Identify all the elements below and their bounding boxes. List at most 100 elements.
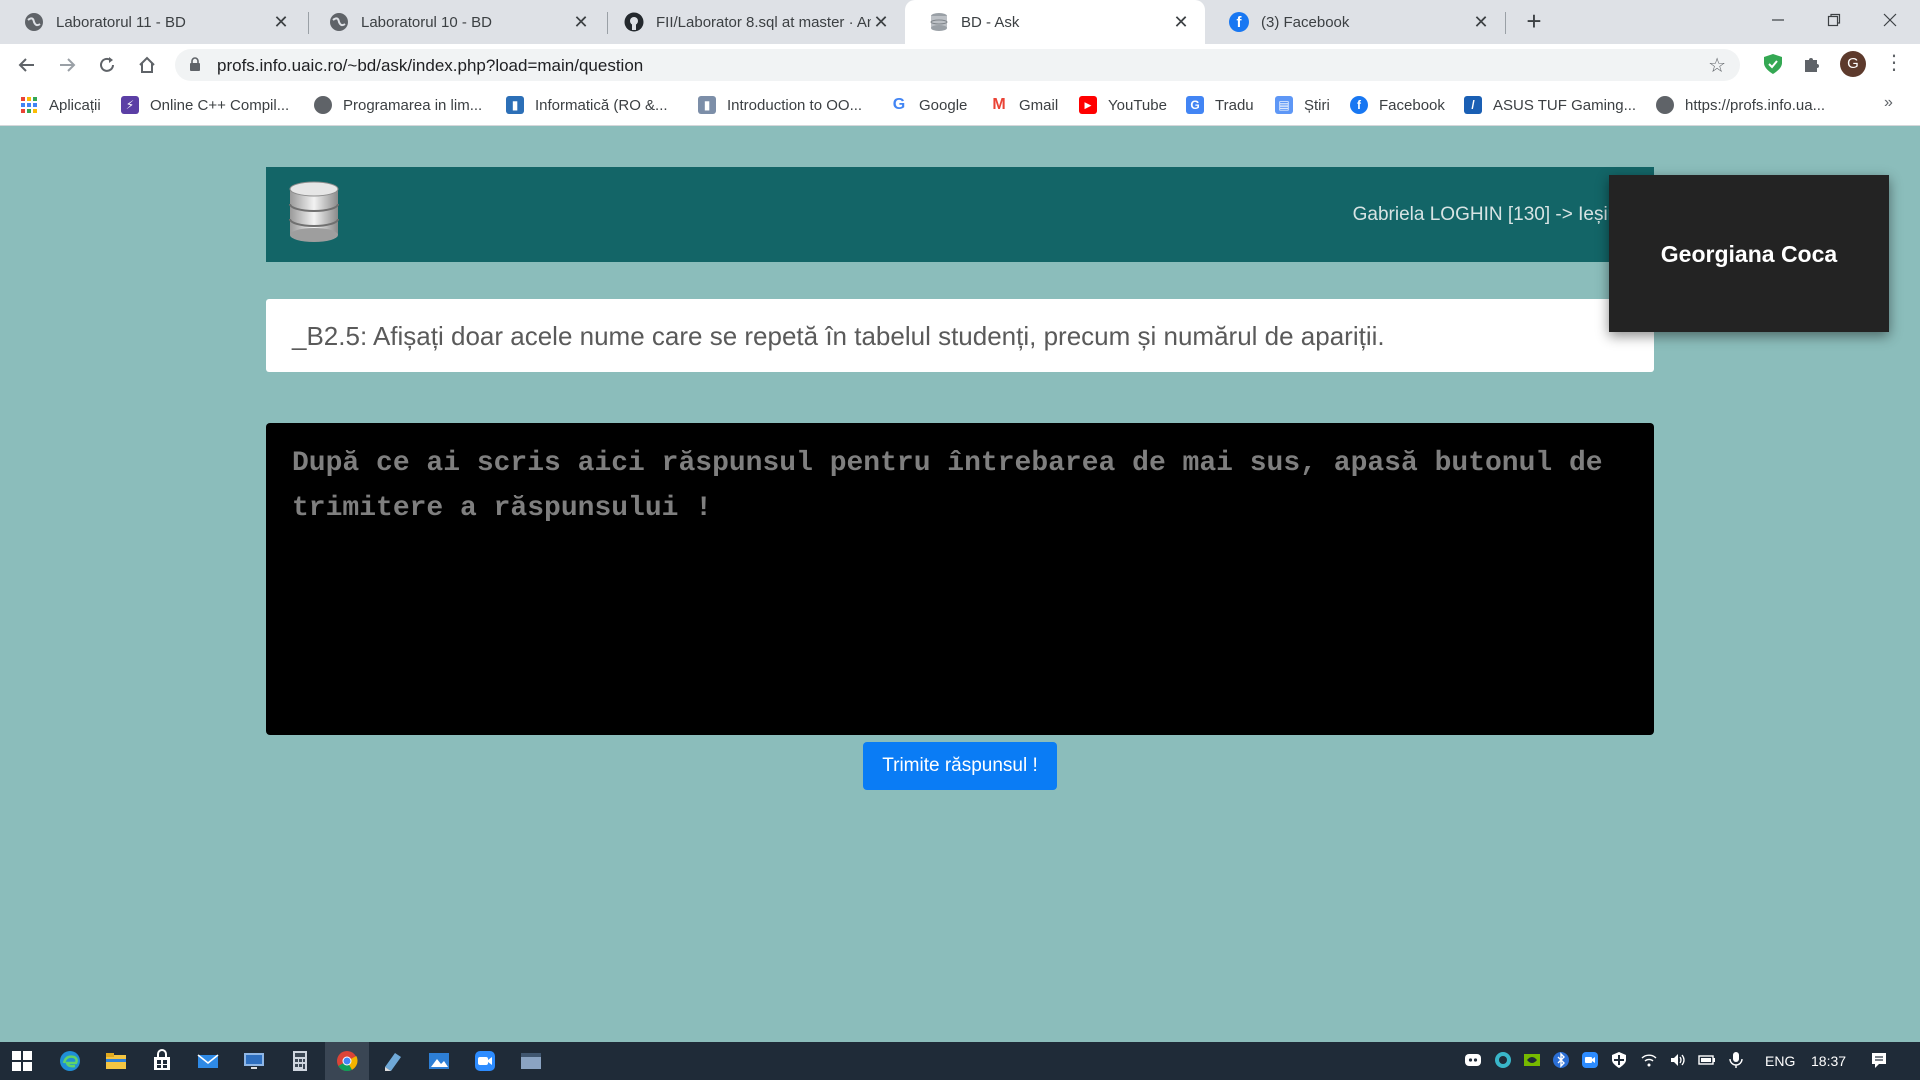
sql-tool-icon[interactable] bbox=[381, 1049, 405, 1073]
nvidia-tray-icon[interactable] bbox=[1523, 1051, 1541, 1069]
shield-extension-icon[interactable] bbox=[1761, 52, 1785, 76]
bookmark-label: Online C++ Compil... bbox=[150, 96, 290, 114]
url-text[interactable]: profs.info.uaic.ro/~bd/ask/index.php?loa… bbox=[217, 56, 643, 76]
close-icon[interactable]: ✕ bbox=[571, 12, 591, 33]
participant-name: Georgiana Coca bbox=[1660, 241, 1838, 267]
lock-icon[interactable] bbox=[189, 57, 201, 71]
tab-title: Laboratorul 11 - BD bbox=[56, 13, 186, 31]
answer-textarea[interactable] bbox=[266, 423, 1654, 735]
bookmark-gmail[interactable]: M Gmail bbox=[990, 96, 1058, 114]
profile-avatar[interactable]: G bbox=[1840, 51, 1866, 77]
restore-button[interactable] bbox=[1814, 6, 1854, 34]
address-bar[interactable]: profs.info.uaic.ro/~bd/ask/index.php?loa… bbox=[175, 49, 1740, 81]
tab-divider bbox=[1505, 12, 1506, 34]
translate-icon: G bbox=[1186, 96, 1204, 114]
close-icon bbox=[1883, 13, 1897, 27]
bookmark-online-cpp[interactable]: ⚡ Online C++ Compil... bbox=[121, 96, 289, 114]
file-explorer-icon[interactable] bbox=[104, 1049, 128, 1073]
zoom-tray-icon[interactable] bbox=[1581, 1051, 1599, 1069]
close-icon[interactable]: ✕ bbox=[271, 12, 291, 33]
edge-icon[interactable] bbox=[58, 1049, 82, 1073]
globe-icon bbox=[329, 12, 349, 32]
arrow-right-icon bbox=[60, 58, 76, 72]
tab-github-laborator[interactable]: FII/Laborator 8.sql at master · An ✕ bbox=[600, 0, 905, 44]
question-box: _B2.5: Afișați doar acele nume care se r… bbox=[266, 299, 1654, 372]
bookmark-introduction-oo[interactable]: ▮ Introduction to OO... bbox=[698, 96, 862, 114]
submit-answer-button[interactable]: Trimite răspunsul ! bbox=[863, 742, 1057, 790]
globe-icon bbox=[314, 96, 332, 114]
forward-button[interactable] bbox=[54, 52, 80, 78]
apps-grid-icon bbox=[20, 96, 38, 114]
security-tray-icon[interactable] bbox=[1610, 1051, 1628, 1069]
tab-bd-ask[interactable]: BD - Ask ✕ bbox=[905, 0, 1205, 44]
volume-tray-icon[interactable] bbox=[1669, 1051, 1687, 1069]
back-button[interactable] bbox=[14, 52, 40, 78]
close-icon[interactable]: ✕ bbox=[1471, 12, 1491, 33]
photos-icon[interactable] bbox=[427, 1049, 451, 1073]
reload-icon bbox=[100, 57, 114, 72]
lightning-icon: ⚡ bbox=[121, 96, 139, 114]
wifi-tray-icon[interactable] bbox=[1640, 1051, 1658, 1069]
discord-tray-icon[interactable] bbox=[1464, 1051, 1482, 1069]
bookmark-label: Google bbox=[919, 96, 968, 114]
bookmark-asus-tuf[interactable]: / ASUS TUF Gaming... bbox=[1464, 96, 1636, 114]
bookmark-profs-info[interactable]: https://profs.info.ua... bbox=[1656, 96, 1825, 114]
windows-start-icon[interactable] bbox=[10, 1049, 34, 1073]
bookmark-google[interactable]: G Google bbox=[890, 96, 968, 114]
bookmark-star-icon[interactable]: ☆ bbox=[1708, 53, 1726, 78]
database-logo-icon bbox=[289, 181, 339, 242]
bookmark-youtube[interactable]: ▶ YouTube bbox=[1079, 96, 1167, 114]
minimize-icon bbox=[1772, 19, 1784, 21]
user-logout-link[interactable]: Gabriela LOGHIN [130] -> Ieșir bbox=[1353, 204, 1614, 226]
bookmark-label: Facebook bbox=[1379, 96, 1445, 114]
tab-title: BD - Ask bbox=[961, 13, 1020, 31]
bookmark-label: ASUS TUF Gaming... bbox=[1493, 96, 1637, 114]
app-tray-icon[interactable] bbox=[1494, 1051, 1512, 1069]
window-app-icon[interactable] bbox=[519, 1049, 543, 1073]
meeting-participant-tile[interactable]: Georgiana Coca bbox=[1609, 175, 1889, 332]
close-icon[interactable]: ✕ bbox=[1171, 12, 1191, 33]
notification-center-icon[interactable] bbox=[1870, 1051, 1888, 1069]
zoom-icon[interactable] bbox=[473, 1049, 497, 1073]
bookmark-informatica[interactable]: ▮ Informatică (RO &... bbox=[506, 96, 668, 114]
mail-icon[interactable] bbox=[196, 1049, 220, 1073]
bookmark-aplicatii[interactable]: Aplicații bbox=[20, 96, 101, 114]
globe-icon bbox=[24, 12, 44, 32]
bookmarks-overflow-button[interactable]: » bbox=[1884, 94, 1893, 112]
youtube-icon: ▶ bbox=[1079, 96, 1097, 114]
battery-tray-icon[interactable] bbox=[1698, 1051, 1716, 1069]
bookmark-programarea[interactable]: Programarea in lim... bbox=[314, 96, 482, 114]
tab-laboratorul-11[interactable]: Laboratorul 11 - BD ✕ bbox=[0, 0, 305, 44]
microphone-tray-icon[interactable] bbox=[1727, 1051, 1745, 1069]
home-button[interactable] bbox=[134, 52, 160, 78]
bookmark-label: Tradu bbox=[1215, 96, 1254, 114]
tab-title: (3) Facebook bbox=[1261, 13, 1350, 31]
reload-button[interactable] bbox=[94, 52, 120, 78]
bookmarks-bar: Aplicații ⚡ Online C++ Compil... Program… bbox=[0, 86, 1920, 126]
store-icon[interactable] bbox=[150, 1049, 174, 1073]
tab-facebook[interactable]: f (3) Facebook ✕ bbox=[1205, 0, 1505, 44]
gmail-icon: M bbox=[992, 96, 1006, 113]
remote-desktop-icon[interactable] bbox=[242, 1049, 266, 1073]
news-icon: ▤ bbox=[1275, 96, 1293, 114]
home-icon bbox=[139, 56, 155, 73]
bluetooth-tray-icon[interactable] bbox=[1552, 1051, 1570, 1069]
bookmark-stiri[interactable]: ▤ Știri bbox=[1275, 96, 1330, 114]
input-language-indicator[interactable]: ENG bbox=[1765, 1053, 1795, 1069]
extensions-puzzle-icon[interactable] bbox=[1800, 52, 1824, 76]
asus-icon: / bbox=[1464, 96, 1482, 114]
bookmark-tradu[interactable]: G Tradu bbox=[1186, 96, 1254, 114]
google-icon: G bbox=[892, 96, 906, 113]
calculator-icon[interactable] bbox=[288, 1049, 312, 1073]
close-window-button[interactable] bbox=[1870, 6, 1910, 34]
facebook-icon: f bbox=[1350, 96, 1368, 114]
minimize-button[interactable] bbox=[1758, 6, 1798, 34]
tab-laboratorul-10[interactable]: Laboratorul 10 - BD ✕ bbox=[305, 0, 605, 44]
chrome-icon[interactable] bbox=[335, 1049, 359, 1073]
menu-kebab-icon[interactable]: ⋮ bbox=[1884, 50, 1904, 75]
taskbar-clock[interactable]: 18:37 bbox=[1811, 1053, 1846, 1069]
close-icon[interactable]: ✕ bbox=[871, 12, 891, 33]
new-tab-button[interactable]: + bbox=[1520, 8, 1548, 36]
tab-title: FII/Laborator 8.sql at master · An bbox=[656, 13, 871, 31]
bookmark-facebook[interactable]: f Facebook bbox=[1350, 96, 1445, 114]
